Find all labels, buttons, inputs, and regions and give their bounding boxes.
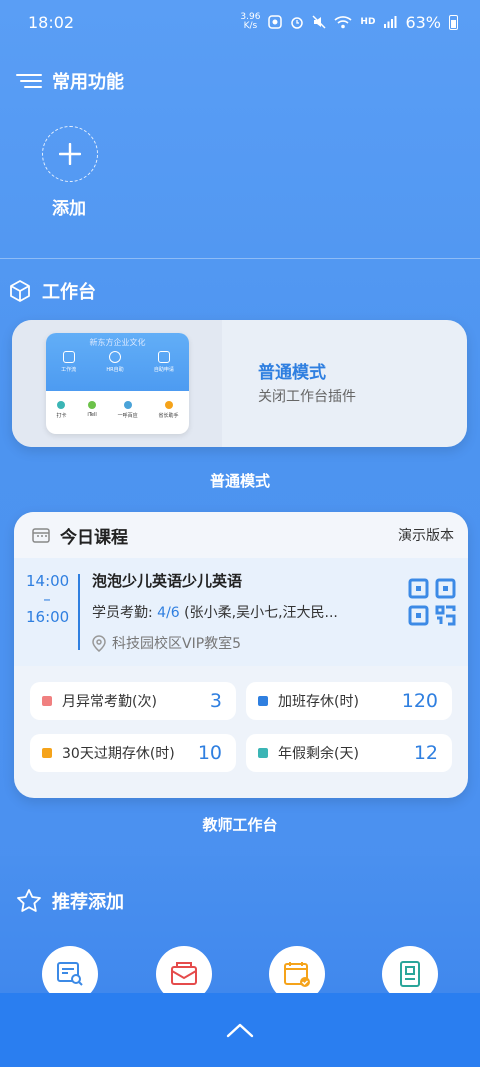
assistant-icon (164, 401, 173, 409)
alarm-icon (291, 17, 304, 29)
attendance-info: 学员考勤: 4/6 (张小柔,吴小七,汪大民... (92, 602, 338, 622)
mode-description: 关闭工作台插件 (258, 389, 356, 405)
stat-value: 120 (401, 690, 438, 712)
signal-icon (384, 16, 397, 28)
time-bar (78, 574, 80, 650)
add-function-label[interactable]: 添加 (52, 194, 86, 219)
stat-overtime-leave[interactable]: 加班存休(时) 120 (246, 682, 452, 720)
course-end-time: 16:00 (26, 608, 70, 626)
course-name: 泡泡少儿英语少儿英语 (92, 572, 243, 590)
mini-company-name: 新东方企业文化 (89, 338, 146, 347)
recommend-header: 推荐添加 (16, 888, 124, 914)
stat-expiring-leave[interactable]: 30天过期存休(时) 10 (30, 734, 236, 772)
common-functions-title: 常用功能 (52, 72, 124, 93)
teacher-workbench-card[interactable]: 今日课程 演示版本 14:00 – 16:00 泡泡少儿英语少儿英语 学员考勤:… (14, 512, 468, 798)
mode-title: 普通模式 (258, 363, 326, 383)
stat-value: 10 (197, 742, 222, 764)
mini-preview-header: 新东方企业文化 工作流 HR自助 自助申请 (46, 333, 189, 391)
stat-value: 3 (209, 690, 222, 712)
add-function-button[interactable] (42, 126, 98, 182)
broadcast-icon (123, 401, 132, 409)
star-icon (17, 889, 41, 912)
calendar-check-icon (284, 962, 310, 987)
chevron-up-icon[interactable] (226, 1022, 254, 1038)
qr-code-icon[interactable] (408, 578, 456, 626)
stat-marker (258, 696, 268, 706)
status-icons: 3.96 K/s HD 63% (240, 13, 458, 32)
mail-icon (171, 962, 197, 985)
location-text: 科技园校区VIP教室5 (112, 636, 242, 652)
mini-workbench-preview: 新东方企业文化 工作流 HR自助 自助申请 打卡 iTell 一呼百应 省长助手 (46, 333, 189, 434)
mini-item-checkin: 打卡 (56, 401, 66, 419)
mini-top-row: 工作流 HR自助 自助申请 (46, 351, 189, 373)
course-time-separator: – (43, 590, 51, 608)
document-id-icon (400, 961, 420, 987)
notification-app-icon (268, 15, 283, 29)
hd-label: HD (360, 17, 376, 27)
course-location: 科技园校区VIP教室5 (92, 633, 241, 653)
today-course-header: 今日课程 演示版本 (14, 512, 468, 558)
stats-grid: 月异常考勤(次) 3 加班存休(时) 120 30天过期存休(时) 10 年假剩… (14, 666, 468, 772)
cube-icon (10, 280, 30, 302)
location-pin-icon (92, 634, 106, 652)
mini-item-workflow: 工作流 (61, 351, 76, 373)
mute-icon (312, 15, 326, 29)
list-lines-icon (16, 74, 42, 88)
wifi-icon (334, 16, 352, 29)
network-speed: 3.96 K/s (240, 12, 261, 31)
attendance-label: 学员考勤: (92, 605, 158, 621)
mini-bottom-row: 打卡 iTell 一呼百应 省长助手 (46, 391, 189, 419)
workbench-header: 工作台 (8, 278, 96, 304)
common-functions-header: 常用功能 (16, 68, 124, 94)
demo-version-label: 演示版本 (398, 528, 454, 544)
battery-icon (449, 14, 458, 30)
stat-value: 12 (413, 742, 438, 764)
mini-item-apply: 自助申请 (154, 351, 174, 373)
status-bar: 18:02 3.96 K/s HD 63% (0, 0, 480, 44)
section-divider (0, 258, 480, 259)
plus-icon (59, 143, 81, 165)
stat-label: 月异常考勤(次) (62, 694, 157, 710)
calendar-icon (32, 528, 50, 543)
stat-label: 加班存休(时) (278, 694, 359, 710)
teacher-workbench-caption: 教师工作台 (202, 816, 278, 834)
apply-icon (157, 351, 170, 363)
location-icon (57, 401, 66, 409)
normal-mode-card[interactable]: 新东方企业文化 工作流 HR自助 自助申请 打卡 iTell 一呼百应 省长助手… (12, 320, 467, 447)
search-report-icon (57, 962, 83, 986)
stat-monthly-abnormal[interactable]: 月异常考勤(次) 3 (30, 682, 236, 720)
course-start-time: 14:00 (26, 572, 70, 590)
status-time: 18:02 (28, 12, 75, 32)
stat-label: 30天过期存休(时) (62, 746, 175, 762)
stat-annual-leave[interactable]: 年假剩余(天) 12 (246, 734, 452, 772)
course-time: 14:00 – 16:00 (26, 572, 70, 626)
stat-marker (42, 748, 52, 758)
mini-item-hr: HR自助 (106, 351, 124, 373)
attendance-count: 4/6 (157, 605, 180, 621)
stat-marker (258, 748, 268, 758)
stat-marker (42, 696, 52, 706)
itell-icon (88, 401, 97, 409)
bottom-expand-bar[interactable] (0, 993, 480, 1067)
workbench-title: 工作台 (42, 282, 96, 303)
mini-item-assistant: 省长助手 (159, 401, 179, 419)
workflow-icon (62, 351, 75, 363)
recommend-title: 推荐添加 (52, 892, 124, 913)
attendance-names: (张小柔,吴小七,汪大民... (179, 605, 338, 621)
normal-mode-caption: 普通模式 (209, 472, 270, 490)
today-course-title: 今日课程 (60, 527, 128, 548)
mini-item-broadcast: 一呼百应 (118, 401, 138, 419)
mini-item-itell: iTell (87, 401, 97, 419)
battery-percentage: 63% (405, 12, 441, 32)
stat-label: 年假剩余(天) (278, 746, 359, 762)
hr-icon (108, 351, 121, 363)
